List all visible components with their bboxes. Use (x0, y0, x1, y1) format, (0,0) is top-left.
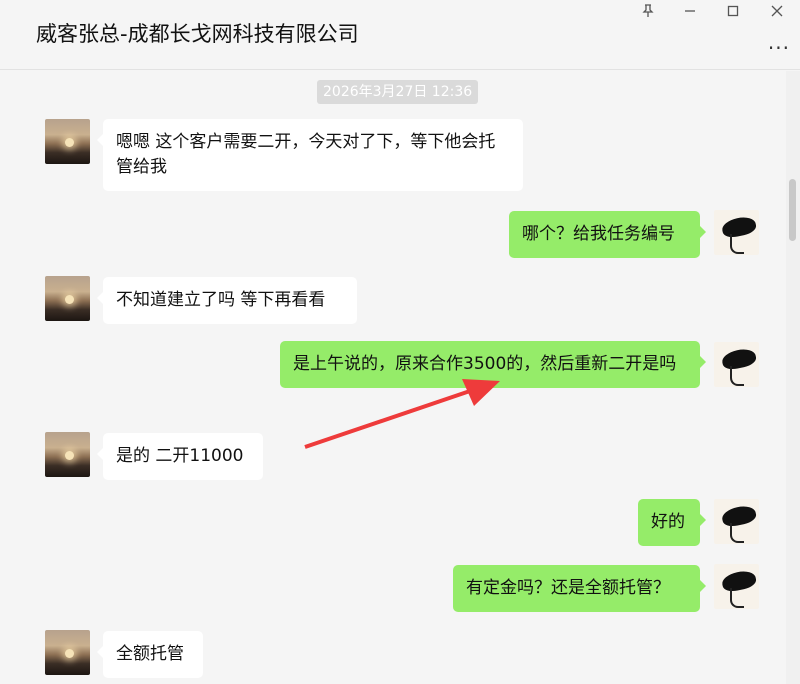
incoming-message: 全额托管 (97, 631, 203, 678)
message-timestamp: 2026年3月27日 12:36 (317, 80, 479, 104)
outgoing-message: 哪个？给我任务编号 (509, 211, 706, 258)
incoming-message: 不知道建立了吗 等下再看看 (97, 277, 357, 324)
contact-avatar[interactable] (45, 432, 90, 477)
pin-icon[interactable] (633, 0, 663, 22)
outgoing-message: 有定金吗？还是全额托管？ (453, 565, 706, 612)
title-bar: 威客张总-成都长戈网科技有限公司 ... (0, 0, 800, 70)
outgoing-message: 是上午说的，原来合作3500的，然后重新二开是吗 (280, 341, 706, 388)
incoming-message: 是的 二开11000 (97, 433, 263, 480)
contact-avatar[interactable] (45, 119, 90, 164)
chat-area: 2026年3月27日 12:36 嗯嗯 这个客户需要二开，今天对了下，等下他会托… (0, 71, 786, 684)
my-avatar[interactable] (714, 210, 759, 255)
maximize-icon[interactable] (718, 0, 748, 22)
more-options-button[interactable]: ... (768, 30, 790, 54)
my-avatar[interactable] (714, 499, 759, 544)
close-icon[interactable] (762, 0, 792, 22)
outgoing-message: 好的 (638, 499, 706, 546)
chat-title: 威客张总-成都长戈网科技有限公司 (36, 22, 359, 46)
scrollbar-thumb[interactable] (789, 179, 796, 241)
chat-scrollbar[interactable] (786, 71, 800, 684)
incoming-message: 嗯嗯 这个客户需要二开，今天对了下，等下他会托管给我 (97, 119, 523, 191)
minimize-icon[interactable] (675, 0, 705, 22)
contact-avatar[interactable] (45, 276, 90, 321)
my-avatar[interactable] (714, 564, 759, 609)
contact-avatar[interactable] (45, 630, 90, 675)
my-avatar[interactable] (714, 342, 759, 387)
